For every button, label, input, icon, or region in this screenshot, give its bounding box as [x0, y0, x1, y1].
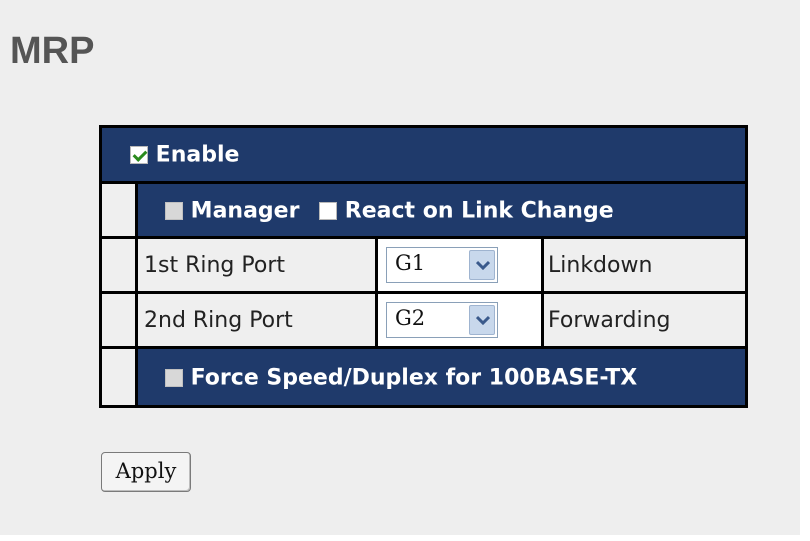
ring-port-2-select[interactable]: G2: [386, 302, 498, 338]
enable-checkbox[interactable]: [130, 146, 148, 164]
react-on-link-change-label: React on Link Change: [344, 198, 614, 224]
manager-row: Manager React on Link Change: [138, 184, 745, 236]
react-on-link-change-checkbox[interactable]: [319, 202, 338, 220]
indent-cell: [102, 349, 135, 405]
manager-label: Manager: [190, 198, 300, 224]
enable-label: Enable: [155, 142, 240, 168]
indent-cell: [102, 184, 135, 236]
ring-port-1-select-value: G1: [395, 251, 426, 275]
page-title: MRP: [10, 30, 95, 72]
force-speed-row: Force Speed/Duplex for 100BASE-TX: [138, 349, 745, 405]
ring-port-1-select[interactable]: G1: [386, 247, 498, 283]
mrp-settings-table: Enable Manager React on Link Change 1st …: [99, 125, 748, 408]
chevron-down-icon[interactable]: [469, 250, 495, 280]
chevron-down-icon[interactable]: [469, 305, 495, 335]
force-speed-label: Force Speed/Duplex for 100BASE-TX: [190, 365, 638, 391]
force-speed-checkbox[interactable]: [165, 369, 183, 387]
indent-cell: [102, 294, 135, 346]
page-panel: MRP Enable Manager React on Link Change …: [0, 0, 800, 535]
enable-row: Enable: [102, 128, 745, 181]
ring-port-2-label: 2nd Ring Port: [138, 294, 375, 346]
indent-cell: [102, 239, 135, 291]
ring-port-1-status: Linkdown: [544, 239, 745, 291]
apply-button[interactable]: Apply: [101, 452, 191, 492]
manager-checkbox[interactable]: [165, 202, 183, 220]
ring-port-2-select-value: G2: [395, 306, 426, 330]
ring-port-2-select-cell: G2: [378, 294, 541, 346]
ring-port-1-label: 1st Ring Port: [138, 239, 375, 291]
ring-port-1-select-cell: G1: [378, 239, 541, 291]
ring-port-2-status: Forwarding: [544, 294, 745, 346]
